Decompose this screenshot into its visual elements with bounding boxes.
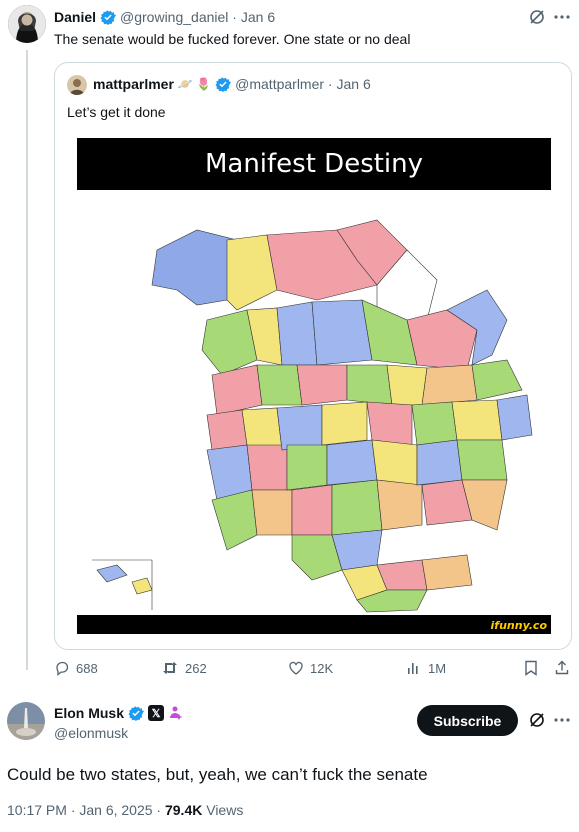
main-tweet-text: Could be two states, but, yeah, we can’t… — [7, 765, 428, 784]
ifunny-watermark: ifunny.co — [490, 619, 547, 632]
more-options-icon[interactable] — [552, 8, 572, 26]
heart-icon — [289, 661, 303, 675]
tweet-action-bar: 688 262 12K 1M — [54, 660, 574, 682]
x-affiliation-icon: 𝕏 — [148, 705, 165, 721]
share-icon — [555, 660, 569, 675]
grok-icon[interactable] — [528, 711, 546, 729]
views-button[interactable]: 1M — [406, 660, 446, 676]
dot-separator: · — [228, 9, 241, 25]
reply-icon — [56, 661, 69, 676]
quoted-text: Let’s get it done — [67, 104, 166, 120]
tweet-meta: 10:17 PM · Jan 6, 2025 · 79.4K Views — [7, 802, 243, 818]
map-title: Manifest Destiny — [204, 149, 424, 179]
reply-header: Daniel @growing_daniel · Jan 6 — [54, 9, 275, 25]
bookmark-icon — [525, 660, 537, 676]
tweet-views-count: 79.4K — [164, 802, 203, 818]
dot-separator: · — [324, 76, 337, 92]
government-affiliate-icon — [170, 706, 183, 720]
verified-badge-icon — [100, 10, 117, 25]
verified-badge-icon — [128, 706, 145, 721]
bookmark-button[interactable] — [524, 660, 544, 676]
reply-time[interactable]: Jan 6 — [241, 9, 275, 25]
thread-line — [26, 50, 28, 670]
reply-author-name[interactable]: Daniel — [54, 9, 96, 25]
views-count: 1M — [428, 660, 447, 676]
quoted-tweet-card[interactable]: mattparlmer 🪐 🌷 @mattparlmer · Jan 6 Let… — [54, 62, 572, 650]
reply-text: The senate would be fucked forever. One … — [54, 31, 411, 47]
daniel-avatar[interactable] — [8, 5, 46, 43]
main-header: Elon Musk 𝕏 — [54, 705, 184, 721]
share-button[interactable] — [554, 660, 576, 676]
reply-count: 688 — [76, 660, 98, 676]
main-handle-row: @elonmusk — [54, 725, 128, 741]
repost-button[interactable]: 262 — [161, 660, 207, 676]
verified-badge-icon — [215, 77, 232, 92]
mattparlmer-avatar — [67, 75, 87, 95]
repost-count: 262 — [185, 660, 207, 676]
reply-button[interactable]: 688 — [54, 660, 98, 676]
quoted-handle: @mattparlmer — [235, 76, 325, 92]
quoted-name-emoji: 🪐 🌷 — [177, 77, 212, 91]
quoted-time: Jan 6 — [336, 76, 371, 92]
tweet-timestamp[interactable]: 10:17 PM · Jan 6, 2025 · — [7, 802, 161, 818]
grok-icon[interactable] — [528, 8, 546, 26]
tweet-views-label: Views — [206, 802, 244, 818]
repost-icon — [163, 662, 177, 674]
quoted-header: mattparlmer 🪐 🌷 @mattparlmer · Jan 6 — [93, 76, 371, 92]
like-button[interactable]: 12K — [288, 660, 333, 676]
main-author-name[interactable]: Elon Musk — [54, 705, 124, 721]
north-america-map — [77, 190, 551, 615]
like-count: 12K — [310, 660, 334, 676]
map-illustration — [92, 219, 533, 613]
elon-avatar[interactable] — [7, 702, 45, 740]
reply-handle[interactable]: @growing_daniel — [120, 9, 228, 25]
more-options-icon[interactable] — [552, 711, 572, 729]
subscribe-button[interactable]: Subscribe — [417, 705, 518, 736]
main-handle[interactable]: @elonmusk — [54, 725, 128, 741]
views-icon — [408, 663, 418, 674]
quoted-author-name: mattparlmer — [93, 76, 174, 92]
manifest-destiny-map-image[interactable]: Manifest Destiny ifunny.co — [77, 138, 551, 634]
